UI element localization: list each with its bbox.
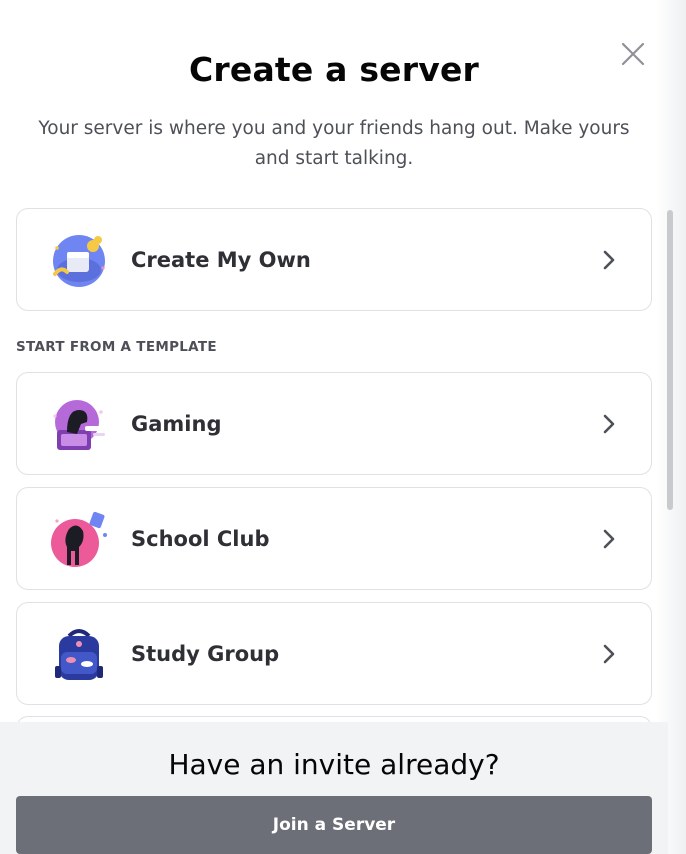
invite-prompt: Have an invite already? xyxy=(168,748,500,781)
template-option-gaming[interactable]: Gaming xyxy=(16,372,652,475)
gaming-illustration-icon xyxy=(53,399,105,450)
modal-subtitle: Your server is where you and your friend… xyxy=(38,118,630,169)
chevron-right-icon xyxy=(603,250,615,269)
template-label: Gaming xyxy=(131,411,222,436)
create-server-modal: Create a server Your server is where you… xyxy=(0,0,686,854)
template-section-label: START FROM A TEMPLATE xyxy=(16,339,217,355)
template-label: School Club xyxy=(131,526,270,551)
create-own-illustration-icon xyxy=(53,234,105,287)
template-label: Study Group xyxy=(131,641,280,666)
template-option-study-group[interactable]: Study Group xyxy=(16,602,652,705)
chevron-right-icon xyxy=(603,529,615,548)
scrollbar-thumb[interactable] xyxy=(667,210,673,510)
chevron-right-icon xyxy=(603,414,615,433)
create-my-own-label: Create My Own xyxy=(131,247,311,272)
template-option-school-club[interactable]: School Club xyxy=(16,487,652,590)
study-group-illustration-icon xyxy=(55,628,103,680)
modal-title: Create a server xyxy=(188,50,479,89)
school-club-illustration-icon xyxy=(51,511,107,567)
create-my-own-option[interactable]: Create My Own xyxy=(16,208,652,311)
chevron-right-icon xyxy=(603,644,615,663)
join-server-button[interactable]: Join a Server xyxy=(16,796,652,854)
